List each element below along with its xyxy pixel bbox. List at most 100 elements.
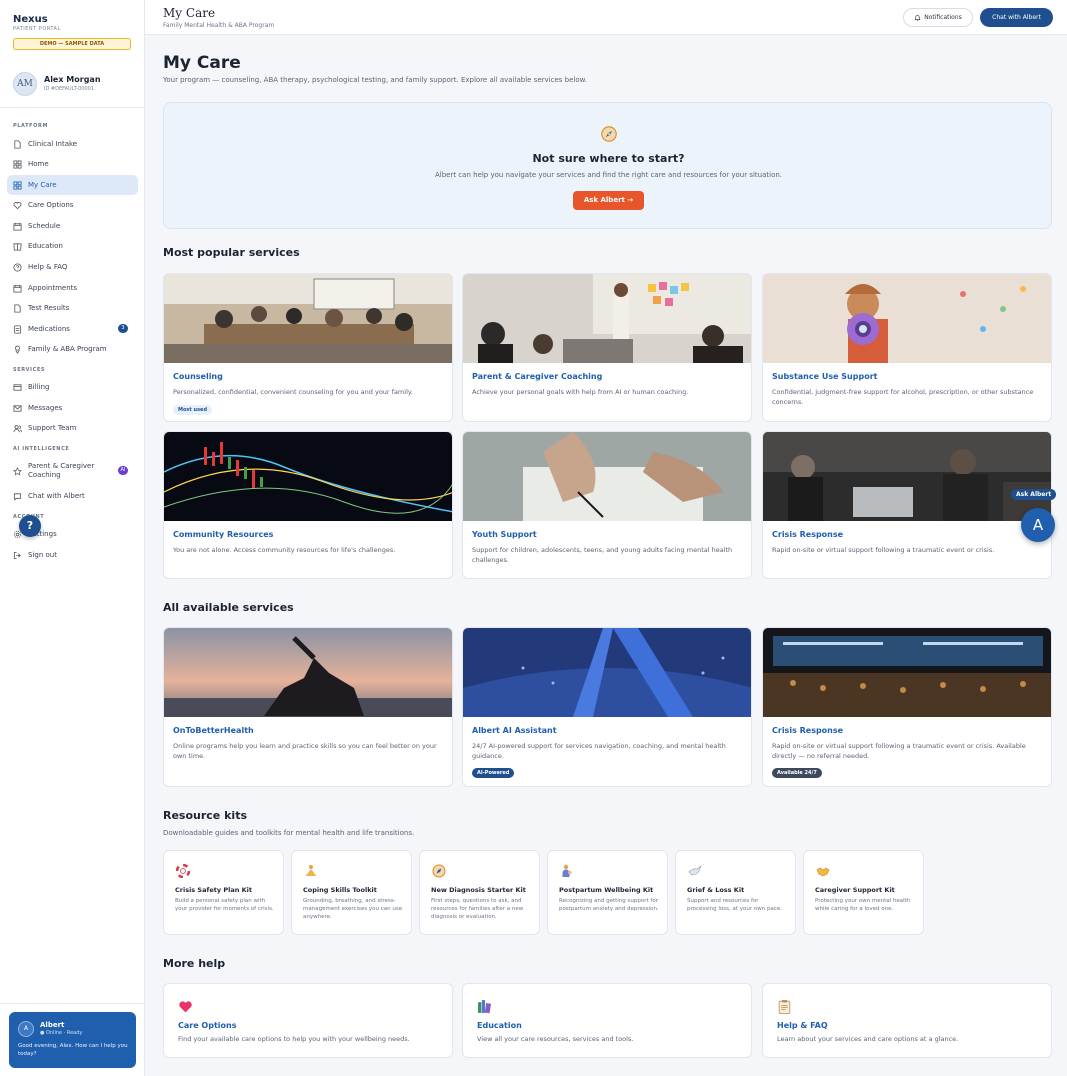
heart-icon bbox=[179, 1001, 192, 1013]
kit-card-crisis-safety[interactable]: Crisis Safety Plan Kit Build a personal … bbox=[163, 850, 284, 935]
sidebar-item-appointments[interactable]: Appointments bbox=[7, 278, 138, 298]
section-title-all-services: All available services bbox=[163, 601, 294, 614]
sidebar-item-support-team[interactable]: Support Team bbox=[7, 418, 138, 438]
sidebar-item-label: Family & ABA Program bbox=[28, 345, 107, 353]
service-photo bbox=[763, 432, 1051, 521]
service-description: 24/7 AI-powered support for services nav… bbox=[472, 742, 726, 760]
service-photo bbox=[763, 628, 1051, 717]
section-title-popular: Most popular services bbox=[163, 246, 300, 259]
sidebar-item-label: Care Options bbox=[28, 201, 74, 209]
kit-description: Recognizing and getting support for post… bbox=[559, 898, 659, 912]
kit-title: Coping Skills Toolkit bbox=[303, 886, 377, 894]
service-title[interactable]: Parent & Caregiver Coaching bbox=[472, 372, 602, 381]
sidebar-item-label: Appointments bbox=[28, 284, 78, 292]
service-title[interactable]: Crisis Response bbox=[772, 726, 843, 735]
service-card-ontobetterhealth[interactable]: OnToBetterHealth Online programs help yo… bbox=[163, 627, 453, 787]
kit-card-new-diagnosis[interactable]: New Diagnosis Starter Kit First steps, q… bbox=[419, 850, 540, 935]
service-title[interactable]: Community Resources bbox=[173, 530, 273, 539]
sidebar-item-home[interactable]: Home bbox=[7, 154, 138, 174]
service-card-community-resources[interactable]: Community Resources You are not alone. A… bbox=[163, 431, 453, 579]
section-title-resource-kits: Resource kits bbox=[163, 809, 247, 822]
service-card-crisis-response-24-7[interactable]: Crisis Response Rapid on-site or virtual… bbox=[762, 627, 1052, 787]
help-card-description: View all your care resources, services a… bbox=[477, 1035, 634, 1043]
parent-icon bbox=[562, 864, 572, 877]
sidebar-item-label: Test Results bbox=[28, 304, 70, 312]
service-title[interactable]: Counseling bbox=[173, 372, 223, 381]
ask-albert-tooltip[interactable]: Ask Albert bbox=[1011, 489, 1057, 500]
sidebar-item-label: Chat with Albert bbox=[28, 492, 85, 500]
dove-icon bbox=[688, 865, 702, 876]
book-icon bbox=[13, 242, 22, 251]
section-label-services: SERVICES bbox=[13, 367, 46, 373]
sidebar-item-chat-albert[interactable]: Chat with Albert bbox=[7, 486, 138, 506]
service-photo bbox=[463, 274, 751, 363]
service-title[interactable]: OnToBetterHealth bbox=[173, 726, 254, 735]
kit-description: Grounding, breathing, and stress-managem… bbox=[303, 898, 403, 920]
service-description: Personalized, confidential, convenient c… bbox=[173, 388, 413, 396]
service-description: You are not alone. Access community reso… bbox=[173, 546, 396, 554]
sidebar-item-help-faq[interactable]: Help & FAQ bbox=[7, 257, 138, 277]
service-card-parent-coaching[interactable]: Parent & Caregiver Coaching Achieve your… bbox=[462, 273, 752, 422]
kit-card-postpartum[interactable]: Postpartum Wellbeing Kit Recognizing and… bbox=[547, 850, 668, 935]
service-photo bbox=[164, 274, 452, 363]
sidebar-item-my-care[interactable]: My Care bbox=[7, 175, 138, 195]
sidebar-item-education[interactable]: Education bbox=[7, 236, 138, 256]
notifications-button[interactable]: Notifications bbox=[903, 8, 973, 27]
help-card-help-faq[interactable]: Help & FAQ Learn about your services and… bbox=[762, 983, 1052, 1058]
calendar-icon bbox=[13, 222, 22, 231]
resource-kits-subtitle: Downloadable guides and toolkits for men… bbox=[163, 829, 415, 837]
kit-card-grief-loss[interactable]: Grief & Loss Kit Support and resources f… bbox=[675, 850, 796, 935]
card-icon bbox=[13, 383, 22, 392]
sidebar-item-parent-coaching[interactable]: Parent & Caregiver Coaching AI bbox=[7, 458, 138, 484]
albert-name: Albert bbox=[40, 1021, 65, 1029]
service-card-counseling[interactable]: Counseling Personalized, confidential, c… bbox=[163, 273, 453, 422]
help-fab-button[interactable]: ? bbox=[19, 515, 41, 537]
sidebar-item-test-results[interactable]: Test Results bbox=[7, 298, 138, 318]
chat-icon bbox=[13, 492, 22, 501]
help-card-education[interactable]: Education View all your care resources, … bbox=[462, 983, 752, 1058]
kit-card-caregiver-support[interactable]: Caregiver Support Kit Protecting your ow… bbox=[803, 850, 924, 935]
users-icon bbox=[13, 424, 22, 433]
service-card-youth-support[interactable]: Youth Support Support for children, adol… bbox=[462, 431, 752, 579]
help-card-description: Find your available care options to help… bbox=[178, 1035, 410, 1043]
albert-fab-button[interactable]: A bbox=[1021, 508, 1055, 542]
header-subtitle: Family Mental Health & ABA Program bbox=[163, 22, 275, 29]
ask-albert-button[interactable]: Ask Albert → bbox=[573, 191, 644, 210]
sidebar-item-label: Support Team bbox=[28, 424, 77, 432]
service-card-albert-ai[interactable]: Albert AI Assistant 24/7 AI-powered supp… bbox=[462, 627, 752, 787]
help-card-care-options[interactable]: Care Options Find your available care op… bbox=[163, 983, 453, 1058]
help-card-title: Education bbox=[477, 1021, 522, 1030]
service-title[interactable]: Youth Support bbox=[472, 530, 537, 539]
sidebar-item-care-options[interactable]: Care Options bbox=[7, 195, 138, 215]
service-description: Rapid on-site or virtual support followi… bbox=[772, 742, 1026, 760]
service-card-crisis-response[interactable]: Crisis Response Rapid on-site or virtual… bbox=[762, 431, 1052, 579]
sidebar-item-family-aba[interactable]: Family & ABA Program bbox=[7, 339, 138, 359]
sidebar-item-billing[interactable]: Billing bbox=[7, 377, 138, 397]
logout-icon bbox=[13, 551, 22, 560]
albert-message: Good evening, Alex. How can I help you t… bbox=[18, 1043, 128, 1057]
brand-name[interactable]: Nexus bbox=[13, 14, 48, 25]
hero-text: Albert can help you navigate your servic… bbox=[434, 171, 783, 179]
section-label-platform: PLATFORM bbox=[13, 123, 49, 129]
chat-with-albert-button[interactable]: Chat with Albert bbox=[980, 8, 1053, 27]
sidebar-item-schedule[interactable]: Schedule bbox=[7, 216, 138, 236]
kit-description: First steps, questions to ask, and resou… bbox=[431, 898, 524, 920]
sidebar-item-clinical-intake[interactable]: Clinical Intake bbox=[7, 134, 138, 154]
service-title[interactable]: Substance Use Support bbox=[772, 372, 877, 381]
header-title: My Care bbox=[163, 6, 216, 20]
service-title[interactable]: Crisis Response bbox=[772, 530, 843, 539]
sidebar-item-medications[interactable]: Medications 3 bbox=[7, 319, 138, 339]
kit-title: New Diagnosis Starter Kit bbox=[431, 886, 526, 894]
lifebuoy-icon bbox=[176, 864, 190, 878]
service-card-substance-use[interactable]: Substance Use Support Confidential, judg… bbox=[762, 273, 1052, 422]
help-circle-icon bbox=[13, 262, 22, 272]
brand-subtitle: PATIENT PORTAL bbox=[13, 26, 61, 32]
avatar[interactable]: AM bbox=[13, 72, 37, 96]
kit-title: Postpartum Wellbeing Kit bbox=[559, 886, 654, 894]
service-title[interactable]: Albert AI Assistant bbox=[472, 726, 557, 735]
service-photo bbox=[463, 628, 751, 717]
kit-card-coping-skills[interactable]: Coping Skills Toolkit Grounding, breathi… bbox=[291, 850, 412, 935]
sidebar-item-messages[interactable]: Messages bbox=[7, 398, 138, 418]
albert-widget[interactable]: A Albert ● Online · Ready Good evening, … bbox=[9, 1012, 136, 1068]
sidebar-item-sign-out[interactable]: Sign out bbox=[7, 545, 138, 565]
